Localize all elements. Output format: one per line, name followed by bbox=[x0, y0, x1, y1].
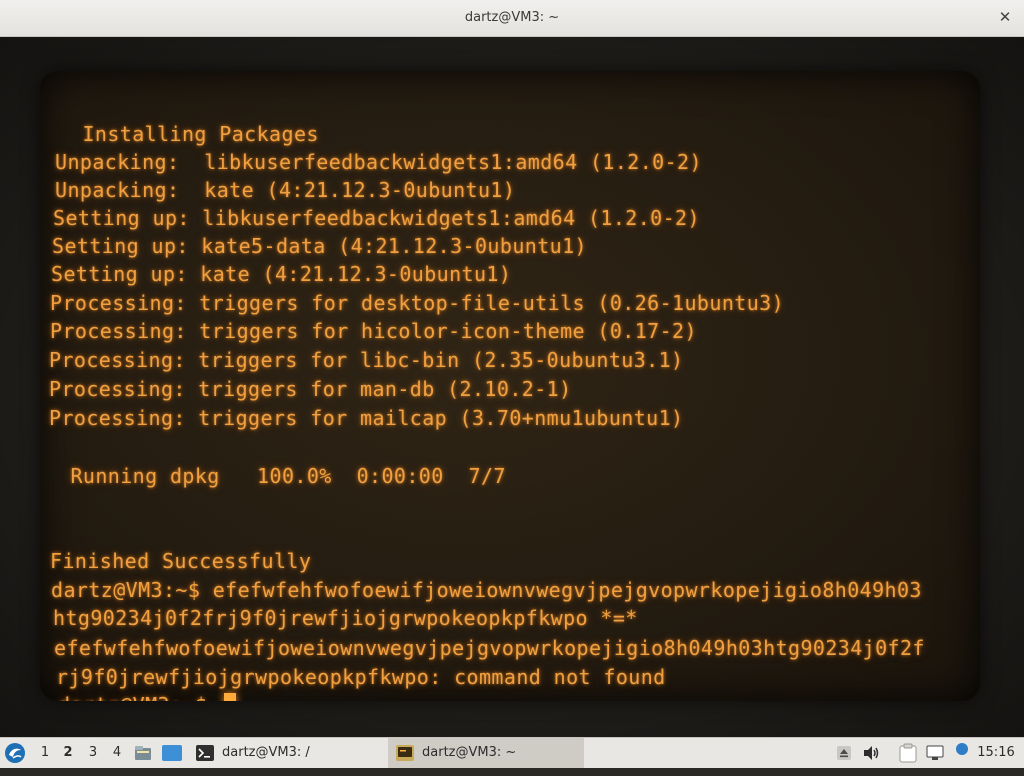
close-icon[interactable]: ✕ bbox=[994, 6, 1016, 28]
terminal-line: Finished Successfully bbox=[50, 549, 312, 573]
terminal-line: dartz@VM3:~$ efefwfehfwofoewifjoweiownvw… bbox=[51, 578, 922, 602]
terminal-line: htg90234j0f2frj9f0jrewfjiojgrwpokeopkpfk… bbox=[53, 606, 638, 630]
workspace-2[interactable]: 2 bbox=[59, 738, 77, 768]
terminal-prompt: dartz@VM3:~$ bbox=[58, 693, 220, 701]
network-icon[interactable] bbox=[926, 738, 946, 768]
terminal-line: Unpacking: kate (4:21.12.3-0ubuntu1) bbox=[55, 178, 516, 202]
window-title: dartz@VM3: ~ bbox=[464, 10, 560, 25]
taskbar: 1 2 3 4 dartz@VM3: / dartz@VM3: ~ 15:16 bbox=[0, 737, 1024, 768]
crt-terminal-icon bbox=[396, 745, 414, 761]
terminal-line: Processing: triggers for mailcap (3.70+n… bbox=[49, 406, 684, 430]
show-desktop-button[interactable] bbox=[162, 738, 184, 768]
terminal-line: Processing: triggers for hicolor-icon-th… bbox=[50, 319, 697, 343]
terminal-line: Setting up: kate (4:21.12.3-0ubuntu1) bbox=[51, 262, 512, 286]
terminal-line: rj9f0jrewfjiojgrwpokeopkpfkwpo: command … bbox=[56, 665, 666, 689]
terminal-line: Setting up: libkuserfeedbackwidgets1:amd… bbox=[53, 206, 700, 230]
crt-screen[interactable]: Installing Packages Unpacking: libkuserf… bbox=[40, 71, 980, 701]
terminal-icon bbox=[196, 745, 214, 761]
start-menu-button[interactable] bbox=[4, 738, 28, 768]
terminal-line: Processing: triggers for libc-bin (2.35-… bbox=[49, 348, 684, 372]
terminal-line: Processing: triggers for man-db (2.10.2-… bbox=[49, 377, 572, 401]
terminal-line: Running dpkg 100.0% 0:00:00 7/7 bbox=[58, 464, 506, 488]
text-cursor bbox=[223, 693, 236, 701]
volume-icon[interactable] bbox=[862, 738, 882, 768]
terminal-prompt-line[interactable]: dartz@VM3:~$ bbox=[58, 693, 236, 701]
clipboard-icon[interactable] bbox=[898, 738, 918, 768]
terminal-line: Processing: triggers for desktop-file-ut… bbox=[50, 291, 785, 315]
clock[interactable]: 15:16 bbox=[976, 738, 1016, 768]
lxqt-start-icon bbox=[5, 743, 25, 763]
terminal-line: Setting up: kate5-data (4:21.12.3-0ubunt… bbox=[52, 234, 587, 258]
terminal-line: Installing Packages bbox=[70, 122, 319, 146]
window-titlebar[interactable]: dartz@VM3: ~ ✕ bbox=[0, 0, 1024, 37]
notification-icon[interactable] bbox=[952, 738, 972, 768]
terminal-window[interactable]: Installing Packages Unpacking: libkuserf… bbox=[0, 37, 1024, 737]
task-label: dartz@VM3: ~ bbox=[422, 745, 517, 760]
terminal-line: Unpacking: libkuserfeedbackwidgets1:amd6… bbox=[55, 150, 702, 174]
terminal-line: efefwfehfwofoewifjoweiownvwegvjpejgvopwr… bbox=[54, 636, 925, 660]
taskbar-task-terminal-root[interactable]: dartz@VM3: / bbox=[188, 738, 378, 768]
desktop-icon bbox=[162, 745, 182, 761]
task-label: dartz@VM3: / bbox=[222, 745, 310, 760]
eject-icon[interactable] bbox=[834, 738, 854, 768]
taskbar-task-terminal-home[interactable]: dartz@VM3: ~ bbox=[388, 738, 584, 768]
workspace-4[interactable]: 4 bbox=[108, 738, 126, 768]
file-manager-icon bbox=[135, 746, 151, 760]
file-manager-launcher[interactable] bbox=[134, 738, 154, 768]
workspace-1[interactable]: 1 bbox=[36, 738, 54, 768]
workspace-3[interactable]: 3 bbox=[84, 738, 102, 768]
